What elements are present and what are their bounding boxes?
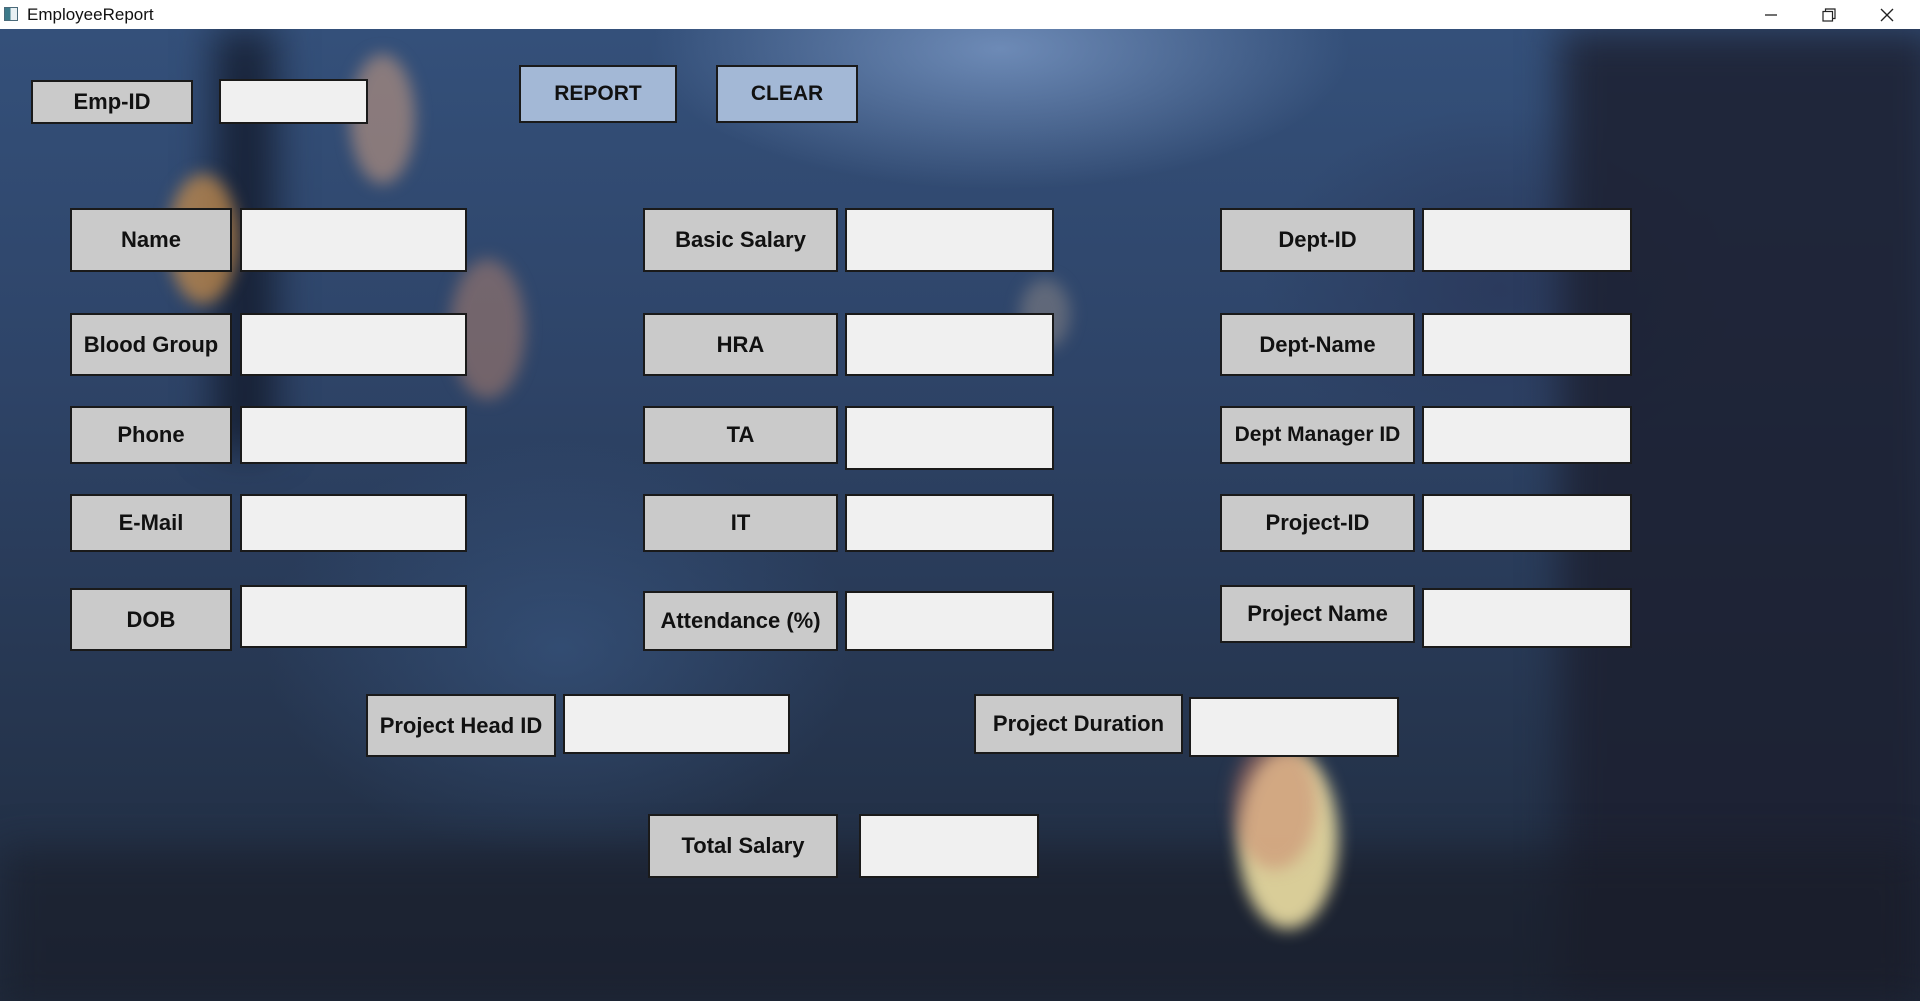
dob-input[interactable]	[240, 585, 467, 648]
hra-label: HRA	[643, 313, 838, 376]
basic-salary-input[interactable]	[845, 208, 1054, 272]
bokeh-light	[1232, 739, 1317, 869]
close-icon	[1880, 8, 1894, 21]
dept-id-input[interactable]	[1422, 208, 1632, 272]
dept-id-label: Dept-ID	[1220, 208, 1415, 272]
dob-label: DOB	[70, 588, 232, 651]
hra-input[interactable]	[845, 313, 1054, 376]
attendance-input[interactable]	[845, 591, 1054, 651]
attendance-label: Attendance (%)	[643, 591, 838, 651]
ta-input[interactable]	[845, 406, 1054, 470]
project-head-id-input[interactable]	[563, 694, 790, 754]
name-label: Name	[70, 208, 232, 272]
email-label: E-Mail	[70, 494, 232, 552]
dept-manager-id-label: Dept Manager ID	[1220, 406, 1415, 464]
it-label: IT	[643, 494, 838, 552]
title-bar: EmployeeReport	[0, 0, 1920, 29]
restore-button[interactable]	[1801, 0, 1857, 29]
window-title: EmployeeReport	[27, 5, 154, 24]
blood-group-label: Blood Group	[70, 313, 232, 376]
report-button[interactable]: REPORT	[519, 65, 677, 123]
email-input[interactable]	[240, 494, 467, 552]
close-button[interactable]	[1859, 0, 1915, 29]
name-input[interactable]	[240, 208, 467, 272]
project-id-label: Project-ID	[1220, 494, 1415, 552]
app-icon	[4, 7, 18, 21]
basic-salary-label: Basic Salary	[643, 208, 838, 272]
blood-group-input[interactable]	[240, 313, 467, 376]
project-duration-input[interactable]	[1189, 697, 1399, 757]
dept-manager-id-input[interactable]	[1422, 406, 1632, 464]
it-input[interactable]	[845, 494, 1054, 552]
dept-name-label: Dept-Name	[1220, 313, 1415, 376]
project-id-input[interactable]	[1422, 494, 1632, 552]
phone-input[interactable]	[240, 406, 467, 464]
project-name-label: Project Name	[1220, 585, 1415, 643]
project-duration-label: Project Duration	[974, 694, 1183, 754]
project-head-id-label: Project Head ID	[366, 694, 556, 757]
emp-id-label: Emp-ID	[31, 80, 193, 124]
minimize-button[interactable]	[1743, 0, 1799, 29]
project-name-input[interactable]	[1422, 588, 1632, 648]
total-salary-label: Total Salary	[648, 814, 838, 878]
emp-id-input[interactable]	[219, 79, 368, 124]
clear-button[interactable]: CLEAR	[716, 65, 858, 123]
restore-icon	[1822, 7, 1836, 22]
total-salary-input[interactable]	[859, 814, 1039, 878]
phone-label: Phone	[70, 406, 232, 464]
ta-label: TA	[643, 406, 838, 464]
minimize-icon	[1765, 13, 1777, 16]
dept-name-input[interactable]	[1422, 313, 1632, 376]
